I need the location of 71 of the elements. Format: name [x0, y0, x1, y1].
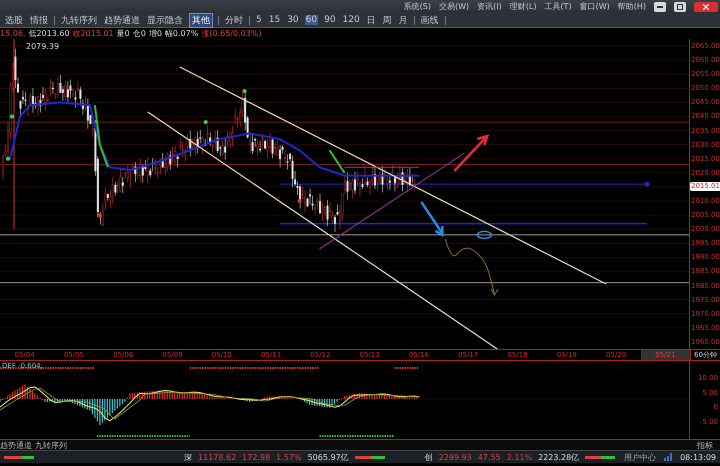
quote-info-text: 幅0.07%	[164, 28, 198, 39]
period-button[interactable]: 90	[323, 15, 337, 25]
menu-item[interactable]: 工具(T)	[544, 1, 572, 12]
index-value: 2299.93	[438, 452, 472, 462]
user-center-link[interactable]: 用户中心	[624, 452, 656, 462]
toolbar-button[interactable]: 情报	[29, 14, 49, 26]
ellipse-marker	[476, 230, 492, 240]
ratio-bar-icon	[354, 456, 385, 458]
intraday-button[interactable]: 分时	[224, 14, 244, 26]
index-amount: 5065.97亿	[308, 452, 349, 462]
minimize-icon	[657, 6, 663, 8]
indicator-dropdown[interactable]: 其他	[189, 12, 213, 28]
high-price-label: 2079.39	[26, 42, 60, 51]
signal-dot	[204, 120, 208, 124]
up-arrow	[453, 134, 490, 172]
signal-strip	[394, 367, 420, 369]
period-button[interactable]: 15	[268, 15, 282, 25]
menu-item[interactable]: 资讯(I)	[477, 1, 502, 12]
maximize-icon	[677, 4, 683, 10]
index-percent: 2.11%	[506, 452, 532, 462]
index-percent: 1.57%	[276, 452, 302, 462]
signal-dot	[10, 114, 14, 118]
quote-info-text: 收2015.01	[72, 28, 114, 39]
quote-info-text: 仓0	[132, 28, 146, 39]
period-button[interactable]: 月	[398, 14, 409, 26]
toolbar-button[interactable]: 选股	[4, 14, 24, 26]
minimize-button[interactable]	[654, 2, 666, 12]
quote-info-text: 涨(0.65/0.03%)	[201, 28, 262, 39]
menu-item[interactable]: 系统(S)	[404, 1, 431, 12]
indicator-button[interactable]: 趋势通道	[103, 14, 141, 26]
signal-dot	[6, 156, 10, 161]
period-button[interactable]: 日	[366, 14, 377, 26]
index-change: 172.98	[242, 452, 270, 462]
period-button[interactable]: 30	[286, 15, 300, 25]
index-name: 创	[424, 452, 433, 462]
period-button[interactable]: 5	[255, 15, 263, 25]
moving-average-segment	[94, 105, 109, 168]
quote-info-text: 量0	[116, 28, 130, 39]
signal-dot	[242, 89, 247, 94]
draw-line-button[interactable]: 画线	[420, 14, 440, 26]
indicator-button[interactable]: 显示隐含	[146, 14, 184, 26]
menu-item[interactable]: 帮助(H)	[618, 1, 646, 12]
index-name: 深	[184, 452, 192, 462]
quote-info-text: 增0	[148, 28, 162, 39]
period-button[interactable]: 120	[342, 15, 361, 25]
clock-time: 08:13:09	[680, 452, 716, 462]
ratio-bar-icon	[585, 456, 616, 458]
ratio-bar-icon	[4, 456, 34, 458]
moving-average-segment	[328, 150, 346, 174]
menu-item[interactable]: 窗口(W)	[580, 1, 610, 12]
signal-icon	[664, 453, 672, 461]
period-button[interactable]: 周	[382, 14, 393, 26]
indicator-button[interactable]: 九转序列	[60, 14, 98, 26]
down-arrow	[420, 200, 444, 238]
close-button[interactable]	[694, 2, 718, 12]
index-value: 11178.62	[198, 452, 236, 462]
indicator-tab[interactable]: 九转序列	[35, 440, 67, 450]
menu-item[interactable]: 理财(L)	[510, 1, 536, 12]
indicator-tab[interactable]: 趋势通道	[0, 440, 32, 450]
period-button[interactable]: 60	[304, 15, 318, 25]
quote-info-text: 低2013.60	[28, 28, 70, 39]
index-change: 47.55	[478, 452, 501, 462]
indicator-tab[interactable]: 指标	[690, 440, 720, 450]
menu-item[interactable]: 交易(W)	[438, 1, 470, 12]
index-amount: 2223.28亿	[538, 452, 580, 462]
signal-dot	[98, 213, 102, 218]
signal-dot	[298, 199, 302, 204]
quote-info-text: 15.06,	[0, 29, 26, 38]
close-icon	[703, 4, 709, 10]
forecast-path-arrow	[444, 238, 499, 296]
maximize-button[interactable]	[674, 2, 686, 12]
